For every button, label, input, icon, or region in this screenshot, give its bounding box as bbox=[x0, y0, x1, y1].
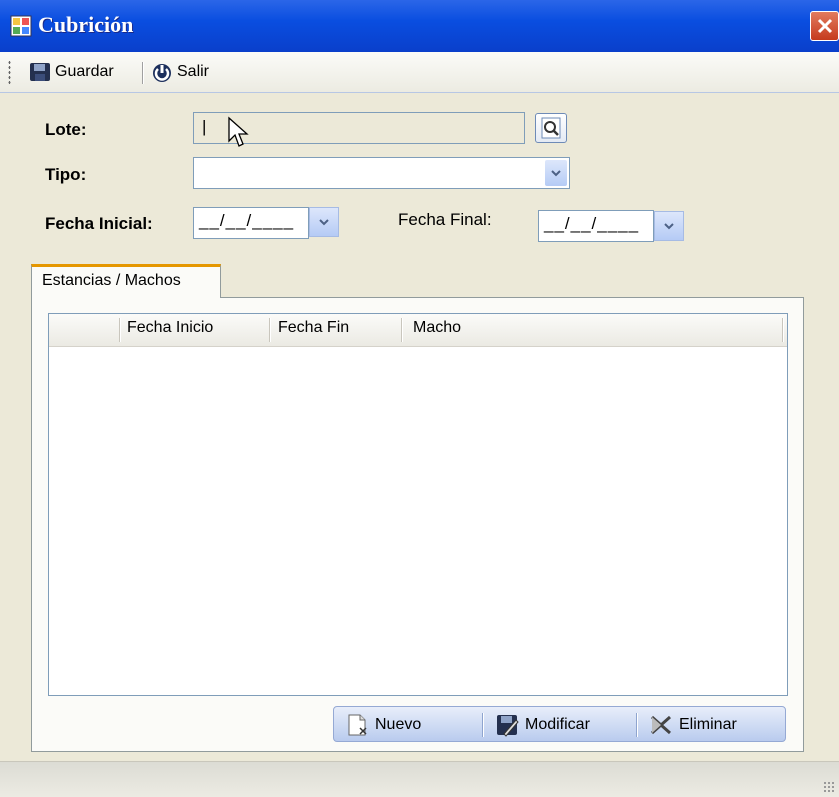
delete-button[interactable]: Eliminar bbox=[648, 712, 737, 738]
fecha-inicial-dropdown-button[interactable] bbox=[309, 207, 339, 237]
delete-label: Eliminar bbox=[679, 716, 737, 733]
app-icon bbox=[10, 15, 32, 37]
column-divider[interactable] bbox=[119, 318, 120, 342]
fecha-inicial-label: Fecha Inicial: bbox=[45, 214, 153, 233]
close-button[interactable] bbox=[810, 11, 839, 41]
fecha-final-dropdown-button[interactable] bbox=[654, 211, 684, 241]
title-bar: Cubrición bbox=[0, 0, 839, 52]
lookup-icon bbox=[541, 117, 561, 139]
power-icon bbox=[153, 64, 171, 82]
new-button[interactable]: Nuevo bbox=[344, 712, 421, 738]
new-document-icon bbox=[348, 714, 367, 736]
close-icon bbox=[817, 18, 833, 34]
status-bar bbox=[0, 761, 839, 797]
edit-label: Modificar bbox=[525, 716, 590, 733]
lote-label: Lote: bbox=[45, 120, 87, 139]
window-title: Cubrición bbox=[38, 12, 134, 37]
column-header-macho[interactable]: Macho bbox=[413, 319, 461, 337]
lookup-button[interactable] bbox=[535, 113, 567, 143]
column-divider[interactable] bbox=[269, 318, 270, 342]
chevron-down-icon bbox=[664, 223, 674, 230]
column-divider[interactable] bbox=[782, 318, 783, 342]
tipo-select[interactable] bbox=[193, 157, 570, 189]
tab-estancias-machos[interactable]: Estancias / Machos bbox=[31, 264, 221, 298]
fecha-final-label: Fecha Final: bbox=[398, 210, 492, 229]
delete-icon bbox=[651, 715, 671, 735]
mouse-cursor bbox=[228, 116, 249, 147]
fecha-final-input[interactable]: __/__/____ bbox=[538, 210, 654, 242]
column-divider[interactable] bbox=[401, 318, 402, 342]
chevron-down-icon bbox=[551, 170, 561, 177]
fecha-inicial-input[interactable]: __/__/____ bbox=[193, 207, 309, 239]
data-grid[interactable]: Fecha Inicio Fecha Fin Macho bbox=[48, 313, 788, 696]
tipo-dropdown-button[interactable] bbox=[545, 160, 567, 186]
grid-action-bar: Nuevo Modificar Eliminar bbox=[333, 706, 786, 742]
edit-button[interactable]: Modificar bbox=[494, 712, 590, 738]
edit-icon bbox=[497, 715, 519, 737]
action-separator bbox=[482, 713, 483, 737]
save-button[interactable]: Guardar bbox=[28, 59, 114, 85]
column-header-fecha-inicio[interactable]: Fecha Inicio bbox=[127, 319, 213, 337]
column-header-fecha-fin[interactable]: Fecha Fin bbox=[278, 319, 349, 337]
exit-label: Salir bbox=[177, 63, 210, 80]
save-label: Guardar bbox=[55, 63, 114, 80]
tipo-label: Tipo: bbox=[45, 165, 87, 184]
toolbar: Guardar Salir bbox=[0, 52, 839, 93]
grid-header: Fecha Inicio Fecha Fin Macho bbox=[49, 314, 787, 347]
action-separator bbox=[636, 713, 637, 737]
toolbar-grip[interactable] bbox=[8, 60, 11, 84]
exit-button[interactable]: Salir bbox=[150, 59, 209, 85]
resize-grip[interactable] bbox=[823, 781, 835, 793]
chevron-down-icon bbox=[319, 219, 329, 226]
save-icon bbox=[30, 63, 50, 81]
new-label: Nuevo bbox=[375, 716, 422, 733]
toolbar-separator bbox=[142, 62, 143, 84]
